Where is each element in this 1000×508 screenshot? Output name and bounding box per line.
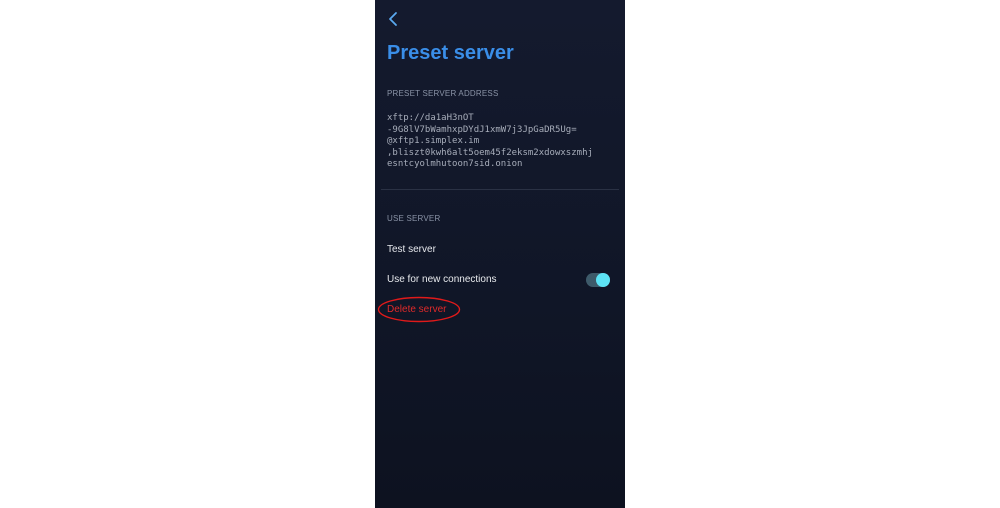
- test-server-button[interactable]: Test server: [387, 244, 436, 255]
- toggle-knob: [596, 273, 610, 287]
- use-for-new-connections-toggle[interactable]: [586, 272, 610, 288]
- use-server-label: USE SERVER: [387, 214, 441, 223]
- address-line: @xftp1.simplex.im: [387, 136, 480, 146]
- address-line: -9G8lV7bWamhxpDYdJ1xmW7j3JpGaDR5Ug=: [387, 124, 577, 135]
- use-for-new-connections-label: Use for new connections: [387, 274, 497, 285]
- chevron-left-icon[interactable]: [387, 11, 401, 27]
- delete-server-button[interactable]: Delete server: [387, 304, 446, 315]
- preset-server-address-label: PRESET SERVER ADDRESS: [387, 89, 499, 98]
- address-line: xftp://da1aH3nOT: [387, 113, 474, 123]
- address-line: ,bliszt0kwh6alt5oem45f2eksm2xdowxszmhj: [387, 147, 593, 158]
- page-title: Preset server: [387, 42, 514, 64]
- section-divider: [381, 189, 619, 190]
- preset-server-screen: Preset server PRESET SERVER ADDRESS xftp…: [375, 0, 625, 508]
- address-line: esntcyolmhutoon7sid.onion: [387, 159, 523, 169]
- server-address: xftp://da1aH3nOT -9G8lV7bWamhxpDYdJ1xmW7…: [387, 113, 619, 171]
